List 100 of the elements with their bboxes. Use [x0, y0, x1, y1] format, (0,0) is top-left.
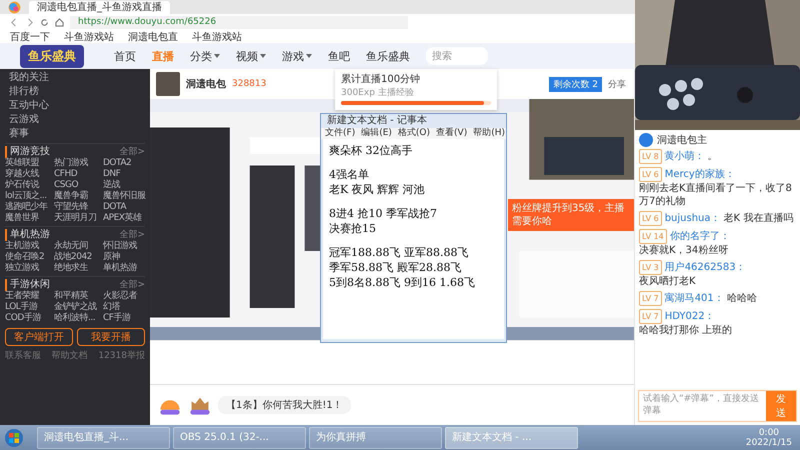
- category-link[interactable]: DNF: [103, 169, 147, 180]
- category-link[interactable]: 英雄联盟: [5, 158, 53, 169]
- chat-username[interactable]: Mercy的家族：: [664, 168, 735, 181]
- menu-item[interactable]: 文件(F): [325, 128, 356, 139]
- category-link[interactable]: 独立游戏: [5, 263, 53, 274]
- category-link[interactable]: 单机热游: [103, 263, 147, 274]
- sidebar-item[interactable]: 云游戏: [5, 113, 145, 127]
- category-link[interactable]: 逃跑吧少年: [5, 202, 53, 213]
- category-link[interactable]: 魔兽世界: [5, 213, 53, 224]
- section-title: 单机热游: [5, 229, 50, 241]
- chat-message: 。: [708, 150, 718, 163]
- streamer-name: 洞遗电包: [186, 78, 226, 91]
- share-link[interactable]: 分享: [608, 78, 626, 90]
- sidebar-item[interactable]: 互动中心: [5, 99, 145, 113]
- category-link[interactable]: 魔兽争霸: [54, 191, 102, 202]
- category-link[interactable]: 战地2042: [54, 252, 102, 263]
- menu-item[interactable]: 编辑(E): [361, 128, 392, 139]
- sidebar-item[interactable]: 排行榜: [5, 85, 145, 99]
- menu-item[interactable]: 帮助(H): [473, 128, 506, 139]
- category-link[interactable]: 哈利波特...: [54, 313, 102, 324]
- chat-username[interactable]: 黄小萌：: [664, 150, 705, 163]
- category-link[interactable]: 魔兽怀旧服: [103, 191, 147, 202]
- more-link[interactable]: 全部>: [119, 279, 145, 291]
- chat-username[interactable]: 你的名字了：: [670, 230, 730, 243]
- start-icon[interactable]: [4, 428, 24, 448]
- sidebar-button[interactable]: 客户端打开: [5, 328, 73, 346]
- text-line: 决赛抢15: [329, 221, 377, 236]
- popup-title: 累计直播100分钟: [341, 72, 422, 86]
- sidebar-item[interactable]: 赛事: [5, 127, 145, 141]
- reload-icon[interactable]: [40, 18, 49, 26]
- category-link[interactable]: 火影忍者: [103, 291, 147, 302]
- home-icon[interactable]: [55, 18, 64, 26]
- category-link[interactable]: 逆战: [103, 180, 147, 191]
- bookmark-link[interactable]: 斗鱼游戏站: [192, 30, 242, 44]
- chat-username[interactable]: 用户46262583：: [664, 261, 746, 274]
- nav-tab[interactable]: 视频: [236, 48, 266, 64]
- category-link[interactable]: 王者荣耀: [5, 291, 53, 302]
- text-line: 爽朵杯 32位高手: [329, 143, 414, 158]
- chat-message: 刚刚去老K直播间看了一下，收了8万7的礼物: [639, 182, 793, 208]
- clock-time: 0:00: [758, 428, 780, 438]
- category-link[interactable]: 守望先锋: [54, 202, 102, 213]
- nav-tab[interactable]: 游戏: [282, 48, 312, 64]
- category-link[interactable]: 怀旧游戏: [103, 241, 147, 252]
- category-link[interactable]: CF手游: [103, 313, 147, 324]
- level-badge: LV 6: [639, 167, 662, 182]
- category-link[interactable]: 原神: [103, 252, 147, 263]
- category-link[interactable]: CSGO: [54, 180, 102, 191]
- level-badge: LV 6: [639, 211, 662, 226]
- category-link[interactable]: LOL手游: [5, 302, 53, 313]
- category-link[interactable]: 和平精英: [54, 291, 102, 302]
- category-link[interactable]: DOTA: [103, 202, 147, 213]
- marquee-text: 【1条】你何苦我大胜!1！: [218, 396, 351, 414]
- chat-username[interactable]: HDY022：: [664, 310, 715, 323]
- category-link[interactable]: 热门游戏: [54, 158, 102, 169]
- text-line: 8进4 抢10 季军战抢7: [329, 206, 438, 221]
- category-link[interactable]: lol云顶之...: [5, 191, 53, 202]
- category-link[interactable]: DOTA2: [103, 158, 147, 169]
- category-link[interactable]: 绝地求生: [54, 263, 102, 274]
- category-link[interactable]: APEX英雄: [103, 213, 147, 224]
- text-line: 4强名单: [329, 167, 370, 182]
- category-link[interactable]: 幻塔: [103, 302, 147, 313]
- category-link[interactable]: 主机游戏: [5, 241, 53, 252]
- chat-message: 哈哈我打那你 上班的: [639, 324, 732, 337]
- bookmark-link[interactable]: 百度一下: [10, 30, 50, 44]
- bookmark-link[interactable]: 斗鱼游戏站: [64, 30, 114, 44]
- nav-tab[interactable]: 首页: [114, 48, 136, 64]
- browser-tab[interactable]: 洞遗电包直播_斗鱼游戏直播: [29, 1, 170, 14]
- host-name: 洞遗电包主: [657, 134, 707, 147]
- sidebar-item[interactable]: 我的关注: [5, 71, 145, 85]
- level-badge: LV 7: [639, 291, 662, 306]
- menu-item[interactable]: 格式(O): [398, 128, 430, 139]
- chat-username[interactable]: bujushua：: [664, 212, 721, 225]
- text-area[interactable]: 爽朵杯 32位高手 4强名单 老K 夜风 辉辉 河池 8进4 抢10 季军战抢7 决赛抢15 冠军188.88飞 亚军88.88飞 季军58.88飞 殿军28.88飞 5到8名8.88飞 9到16 1.68飞: [323, 139, 504, 339]
- category-link[interactable]: 天涯明月刀: [54, 213, 102, 224]
- category-link[interactable]: 金铲铲之战: [54, 302, 102, 313]
- caret-icon: [214, 54, 220, 58]
- site-logo[interactable]: 鱼乐盛典: [20, 44, 84, 68]
- chat-message: 夜风晒打老K: [639, 275, 696, 288]
- text-line: 5到8名8.88飞 9到16 1.68飞: [329, 275, 476, 290]
- address-field[interactable]: https://www.douyu.com/65226: [70, 16, 408, 28]
- nav-tab[interactable]: 鱼吧: [328, 48, 350, 64]
- category-link[interactable]: 永劫无间: [54, 241, 102, 252]
- more-link[interactable]: 全部>: [119, 229, 145, 241]
- browser-logo-icon[interactable]: [8, 1, 21, 14]
- category-link[interactable]: 炉石传说: [5, 180, 53, 191]
- section-title: 网游竞技: [5, 146, 50, 158]
- chat-username[interactable]: 寓湖马401：: [664, 292, 724, 305]
- popup-subtitle: 300Exp 主播经验: [341, 86, 415, 99]
- chat-message: 决赛就K，34粉丝呀: [639, 244, 728, 257]
- category-link[interactable]: 穿越火线: [5, 169, 53, 180]
- category-link[interactable]: 使命召唤2: [5, 252, 53, 263]
- more-link[interactable]: 全部>: [119, 146, 145, 158]
- menu-item[interactable]: 查看(V): [436, 128, 468, 139]
- bookmark-link[interactable]: 洞遗电包直: [128, 30, 178, 44]
- nav-tab[interactable]: 鱼乐盛典: [366, 48, 410, 64]
- nav-tab[interactable]: 分类: [190, 48, 220, 64]
- sidebar-button[interactable]: 我要开播: [77, 328, 145, 346]
- category-link[interactable]: CFHD: [54, 169, 102, 180]
- notice-banner: 粉丝牌提升到35级，主播需要你哈: [508, 199, 634, 231]
- category-link[interactable]: COD手游: [5, 313, 53, 324]
